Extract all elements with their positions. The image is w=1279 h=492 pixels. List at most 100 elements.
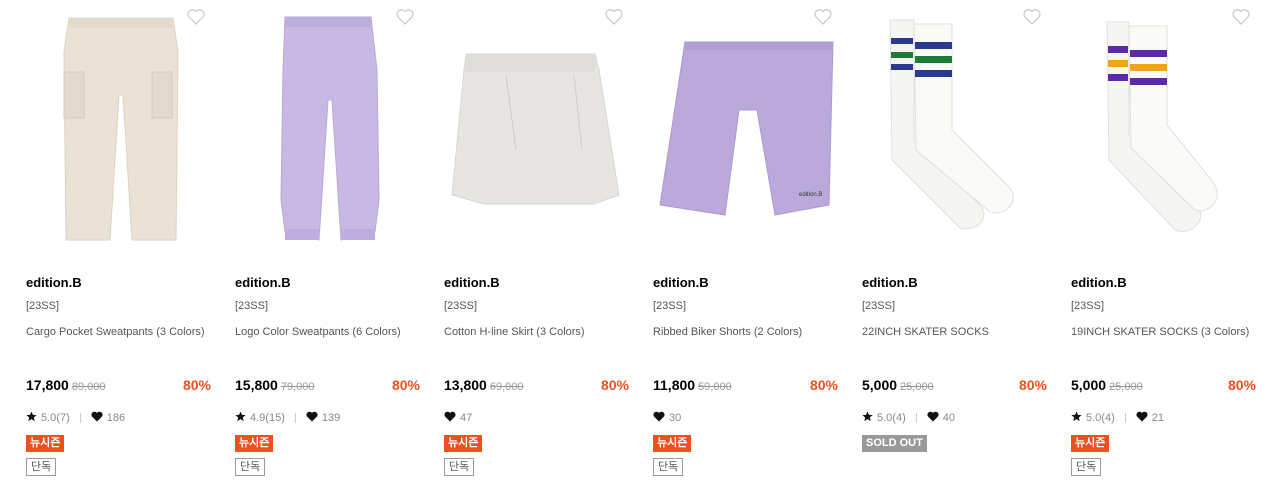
product-name[interactable]: 19INCH SKATER SOCKS (3 Colors) (1071, 324, 1257, 340)
likes-count: 139 (321, 412, 341, 424)
product-name[interactable]: Cargo Pocket Sweatpants (3 Colors) (26, 324, 212, 340)
original-price: 89,000 (71, 381, 106, 393)
likes-count: 30 (669, 412, 682, 424)
product-card[interactable]: edition.B [23SS] 19INCH SKATER SOCKS (3 … (1071, 0, 1262, 492)
likes-count: 40 (942, 412, 955, 424)
rating-text: 4.9(15) (250, 412, 285, 424)
product-name[interactable]: Logo Color Sweatpants (6 Colors) (235, 324, 421, 340)
product-image[interactable] (235, 0, 426, 255)
wishlist-heart-icon[interactable] (813, 7, 833, 27)
divider (1124, 413, 1126, 423)
price-group: 11,800 59,000 (653, 377, 732, 393)
product-grid: edition.B [23SS] Cargo Pocket Sweatpants… (0, 0, 1279, 492)
product-image[interactable] (444, 0, 635, 255)
likes-count: 186 (106, 412, 126, 424)
season-tag: [23SS] (444, 300, 478, 312)
exclusive-badge: 단독 (1071, 458, 1102, 476)
season-tag: [23SS] (653, 300, 687, 312)
discount-rate: 80% (809, 377, 838, 393)
sale-price: 15,800 (235, 377, 278, 393)
new-season-badge: 뉴시즌 (1071, 435, 1110, 452)
rating-text: 5.0(4) (1086, 412, 1115, 424)
product-card[interactable]: edition.B [23SS] Cotton H-line Skirt (3 … (444, 0, 635, 492)
heart-icon (444, 411, 456, 425)
product-meta: 47 (444, 411, 472, 425)
sale-price: 17,800 (26, 377, 69, 393)
product-image[interactable] (1071, 0, 1262, 255)
star-icon (26, 411, 37, 425)
discount-rate: 80% (182, 377, 211, 393)
product-meta: 5.0(4) 21 (1071, 411, 1164, 425)
brand-name[interactable]: edition.B (1071, 275, 1127, 290)
product-image[interactable] (862, 0, 1053, 255)
likes-count: 47 (460, 412, 473, 424)
brand-name[interactable]: edition.B (26, 275, 82, 290)
sold-out-badge: SOLD OUT (862, 435, 927, 452)
wishlist-heart-icon[interactable] (604, 7, 624, 27)
rating-text: 5.0(4) (877, 412, 906, 424)
exclusive-badge: 단독 (26, 458, 57, 476)
brand-name[interactable]: edition.B (444, 275, 500, 290)
new-season-badge: 뉴시즌 (26, 435, 65, 452)
original-price: 59,000 (698, 381, 732, 393)
product-card[interactable]: edition.B [23SS] Logo Color Sweatpants (… (235, 0, 426, 492)
price-group: 17,800 89,000 (26, 377, 105, 393)
star-icon (235, 411, 246, 425)
brand-name[interactable]: edition.B (862, 275, 918, 290)
product-card[interactable]: edition.B [23SS] 22INCH SKATER SOCKS 5,0… (862, 0, 1053, 492)
likes-count: 21 (1151, 412, 1164, 424)
exclusive-badge: 단독 (235, 458, 266, 476)
discount-rate: 80% (1018, 377, 1047, 393)
brand-name[interactable]: edition.B (235, 275, 291, 290)
sale-price: 5,000 (1071, 377, 1107, 393)
original-price: 25,000 (900, 381, 934, 393)
price-group: 15,800 79,000 (235, 377, 314, 393)
product-image[interactable] (26, 0, 217, 255)
divider (79, 413, 81, 423)
original-price: 25,000 (1109, 381, 1143, 393)
product-name[interactable]: Ribbed Biker Shorts (2 Colors) (653, 324, 839, 340)
season-tag: [23SS] (862, 300, 896, 312)
product-meta: 30 (653, 411, 681, 425)
wishlist-heart-icon[interactable] (395, 7, 415, 27)
product-meta: 5.0(4) 40 (862, 411, 955, 425)
new-season-badge: 뉴시즌 (235, 435, 274, 452)
price-group: 5,000 25,000 (1071, 377, 1143, 393)
sale-price: 11,800 (653, 377, 696, 393)
star-icon (1071, 411, 1082, 425)
heart-icon (653, 411, 665, 425)
wishlist-heart-icon[interactable] (1022, 7, 1042, 27)
exclusive-badge: 단독 (444, 458, 475, 476)
season-tag: [23SS] (26, 300, 60, 312)
new-season-badge: 뉴시즌 (653, 435, 692, 452)
season-tag: [23SS] (235, 300, 269, 312)
logo-print: edition.B (799, 192, 822, 198)
discount-rate: 80% (391, 377, 420, 393)
product-image[interactable]: edition.B (653, 0, 844, 255)
exclusive-badge: 단독 (653, 458, 684, 476)
discount-rate: 80% (600, 377, 629, 393)
wishlist-heart-icon[interactable] (1231, 7, 1251, 27)
original-price: 79,000 (280, 381, 315, 393)
product-name[interactable]: Cotton H-line Skirt (3 Colors) (444, 324, 630, 340)
star-icon (862, 411, 873, 425)
new-season-badge: 뉴시즌 (444, 435, 483, 452)
product-meta: 5.0(7) 186 (26, 411, 125, 425)
heart-icon (1136, 411, 1148, 425)
sale-price: 13,800 (444, 377, 487, 393)
heart-icon (927, 411, 939, 425)
rating-text: 5.0(7) (41, 412, 70, 424)
season-tag: [23SS] (1071, 300, 1105, 312)
sale-price: 5,000 (862, 377, 898, 393)
brand-name[interactable]: edition.B (653, 275, 709, 290)
product-name[interactable]: 22INCH SKATER SOCKS (862, 324, 1048, 340)
heart-icon (306, 411, 318, 425)
product-card[interactable]: edition.B [23SS] Cargo Pocket Sweatpants… (26, 0, 217, 492)
wishlist-heart-icon[interactable] (186, 7, 206, 27)
product-card[interactable]: edition.B edition.B [23SS] Ribbed Biker … (653, 0, 844, 492)
product-meta: 4.9(15) 139 (235, 411, 340, 425)
discount-rate: 80% (1227, 377, 1256, 393)
original-price: 69,000 (489, 381, 524, 393)
price-group: 5,000 25,000 (862, 377, 934, 393)
divider (294, 413, 296, 423)
